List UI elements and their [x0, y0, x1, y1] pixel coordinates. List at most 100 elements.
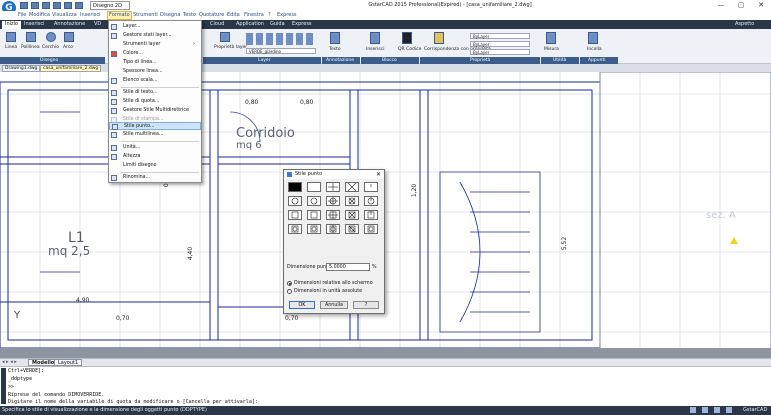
measure-icon[interactable]: [546, 32, 556, 44]
point-style-cell[interactable]: [326, 182, 340, 192]
tab-inserisci[interactable]: Inserisci: [24, 21, 45, 27]
point-style-cell[interactable]: [288, 210, 302, 220]
menu-formato[interactable]: Formato: [107, 11, 132, 20]
command-handle-icon[interactable]: [1, 368, 6, 404]
menu-item-limits[interactable]: Limiti disegno: [109, 162, 201, 170]
menu-edita[interactable]: Edita: [227, 12, 240, 18]
menu-item-mline-style[interactable]: Stile multilinea...: [109, 131, 201, 139]
grid-icon[interactable]: [702, 407, 708, 413]
point-style-cell[interactable]: [288, 224, 302, 234]
color-select[interactable]: ByLayer: [470, 33, 530, 39]
point-style-cell[interactable]: [364, 210, 378, 220]
polyline-tool-icon[interactable]: [26, 32, 36, 42]
menu-express[interactable]: Express: [277, 12, 297, 18]
point-style-cell[interactable]: [326, 224, 340, 234]
insert-block-icon[interactable]: [370, 32, 380, 44]
menu-item-layer-states[interactable]: Gestore stati layer...: [109, 32, 201, 40]
menu-item-lineweight[interactable]: Spessore linea...: [109, 68, 201, 76]
point-size-input[interactable]: 5.0000: [326, 263, 370, 271]
dialog-close-icon[interactable]: ✕: [376, 170, 381, 179]
circle-tool-icon[interactable]: [46, 32, 56, 42]
help-button[interactable]: ?: [353, 301, 379, 309]
tab-cloud[interactable]: Cloud: [210, 21, 224, 27]
menu-item-color[interactable]: Colore...: [109, 50, 201, 58]
menu-item-layer[interactable]: Layer...: [109, 23, 201, 31]
tab-express[interactable]: Express: [292, 21, 312, 27]
print-icon[interactable]: [64, 2, 72, 9]
menu-quotature[interactable]: Quotature: [199, 12, 224, 18]
cancel-button[interactable]: Annulla: [320, 301, 348, 309]
point-style-cell[interactable]: [307, 196, 321, 206]
tab-layout1[interactable]: Layout1: [54, 359, 83, 366]
point-style-cell[interactable]: [326, 210, 340, 220]
menu-inserisci[interactable]: Inserisci: [80, 12, 101, 18]
paste-icon[interactable]: [588, 32, 598, 44]
layer-tools-icon[interactable]: [246, 33, 316, 45]
match-properties-icon[interactable]: [434, 32, 444, 44]
point-style-cell[interactable]: [307, 224, 321, 234]
menu-visualizza[interactable]: Visualizza: [52, 12, 77, 18]
menu-strumenti[interactable]: Strumenti: [133, 12, 158, 18]
tab-guida[interactable]: Guida: [270, 21, 285, 27]
ok-button[interactable]: OK: [289, 301, 315, 309]
command-prompt[interactable]: Digitare il nome della variabile di quot…: [8, 399, 258, 405]
point-style-cell[interactable]: [345, 182, 359, 192]
arc-tool-icon[interactable]: [64, 32, 74, 42]
menu-item-text-style[interactable]: Stile di testo...: [109, 89, 201, 97]
point-style-cell[interactable]: [345, 210, 359, 220]
menu-finestra[interactable]: Finestra: [244, 12, 264, 18]
menu-modifica[interactable]: Modifica: [29, 12, 50, 18]
menu-file[interactable]: File: [18, 12, 26, 18]
point-style-cell[interactable]: [288, 182, 302, 192]
layer-properties-icon[interactable]: [220, 32, 230, 42]
point-style-cell[interactable]: [326, 196, 340, 206]
doc-tab-casa[interactable]: casa_unifamiliare_2.dwg: [40, 65, 102, 72]
workspace-select[interactable]: Disegno 2D: [90, 1, 130, 10]
saveas-icon[interactable]: [53, 2, 61, 9]
appearance-menu[interactable]: Aspetto: [735, 21, 754, 27]
point-style-cell[interactable]: [345, 224, 359, 234]
tab-inizio[interactable]: Inizio: [2, 21, 22, 29]
polar-icon[interactable]: [726, 407, 732, 413]
doc-tab-drawing1[interactable]: Drawing1.dwg: [2, 65, 41, 72]
point-style-cell[interactable]: [364, 224, 378, 234]
close-button[interactable]: ✕: [751, 0, 771, 11]
point-style-cell[interactable]: [364, 196, 378, 206]
qr-code-icon[interactable]: [402, 32, 412, 44]
point-style-cell[interactable]: [307, 182, 321, 192]
radio-absolute[interactable]: [287, 289, 292, 294]
menu-item-scale-list[interactable]: Elenco scala...: [109, 77, 201, 85]
minimize-button[interactable]: —: [711, 0, 731, 11]
point-style-cell[interactable]: [364, 182, 378, 192]
point-style-cell[interactable]: [307, 210, 321, 220]
open-icon[interactable]: [31, 2, 39, 9]
menu-item-linetype[interactable]: Tipo di linea...: [109, 59, 201, 67]
new-icon[interactable]: [20, 2, 28, 9]
menu-item-units[interactable]: Unità...: [109, 144, 201, 152]
text-tool-icon[interactable]: [330, 32, 340, 44]
tab-vd[interactable]: VD: [94, 21, 101, 27]
menu-item-multileader-style[interactable]: Gestore Stile Multidirettrice: [109, 107, 201, 115]
tab-annotazione[interactable]: Annotazione: [54, 21, 85, 27]
menu-item-rename[interactable]: Rinomina...: [109, 174, 201, 182]
point-style-cell[interactable]: [345, 196, 359, 206]
save-icon[interactable]: [42, 2, 50, 9]
tab-scroll-icon[interactable]: ◂ ▸ ◂ ▸: [2, 359, 17, 365]
menu-disegna[interactable]: Disegna: [160, 12, 180, 18]
line-tool-icon[interactable]: [6, 32, 16, 42]
menu-testo[interactable]: Testo: [183, 12, 196, 18]
tab-application[interactable]: Application: [236, 21, 264, 27]
point-style-cell[interactable]: [288, 196, 302, 206]
linetype-select[interactable]: ByLayer: [470, 41, 530, 47]
undo-icon[interactable]: [75, 2, 83, 9]
lineweight-select[interactable]: ByLayer: [470, 49, 530, 55]
radio-relative[interactable]: [287, 281, 292, 286]
menu-item-layer-tools[interactable]: Strumenti layer ›: [109, 41, 201, 49]
snap-icon[interactable]: [690, 407, 696, 413]
ortho-icon[interactable]: [714, 407, 720, 413]
menu-item-dim-style[interactable]: Stile di quota...: [109, 98, 201, 106]
menu-item-point-style[interactable]: Stile punto...: [109, 122, 201, 130]
menu-item-thickness[interactable]: Altezza: [109, 153, 201, 161]
maximize-button[interactable]: ▢: [731, 0, 751, 11]
menu-help[interactable]: ?: [268, 12, 271, 18]
